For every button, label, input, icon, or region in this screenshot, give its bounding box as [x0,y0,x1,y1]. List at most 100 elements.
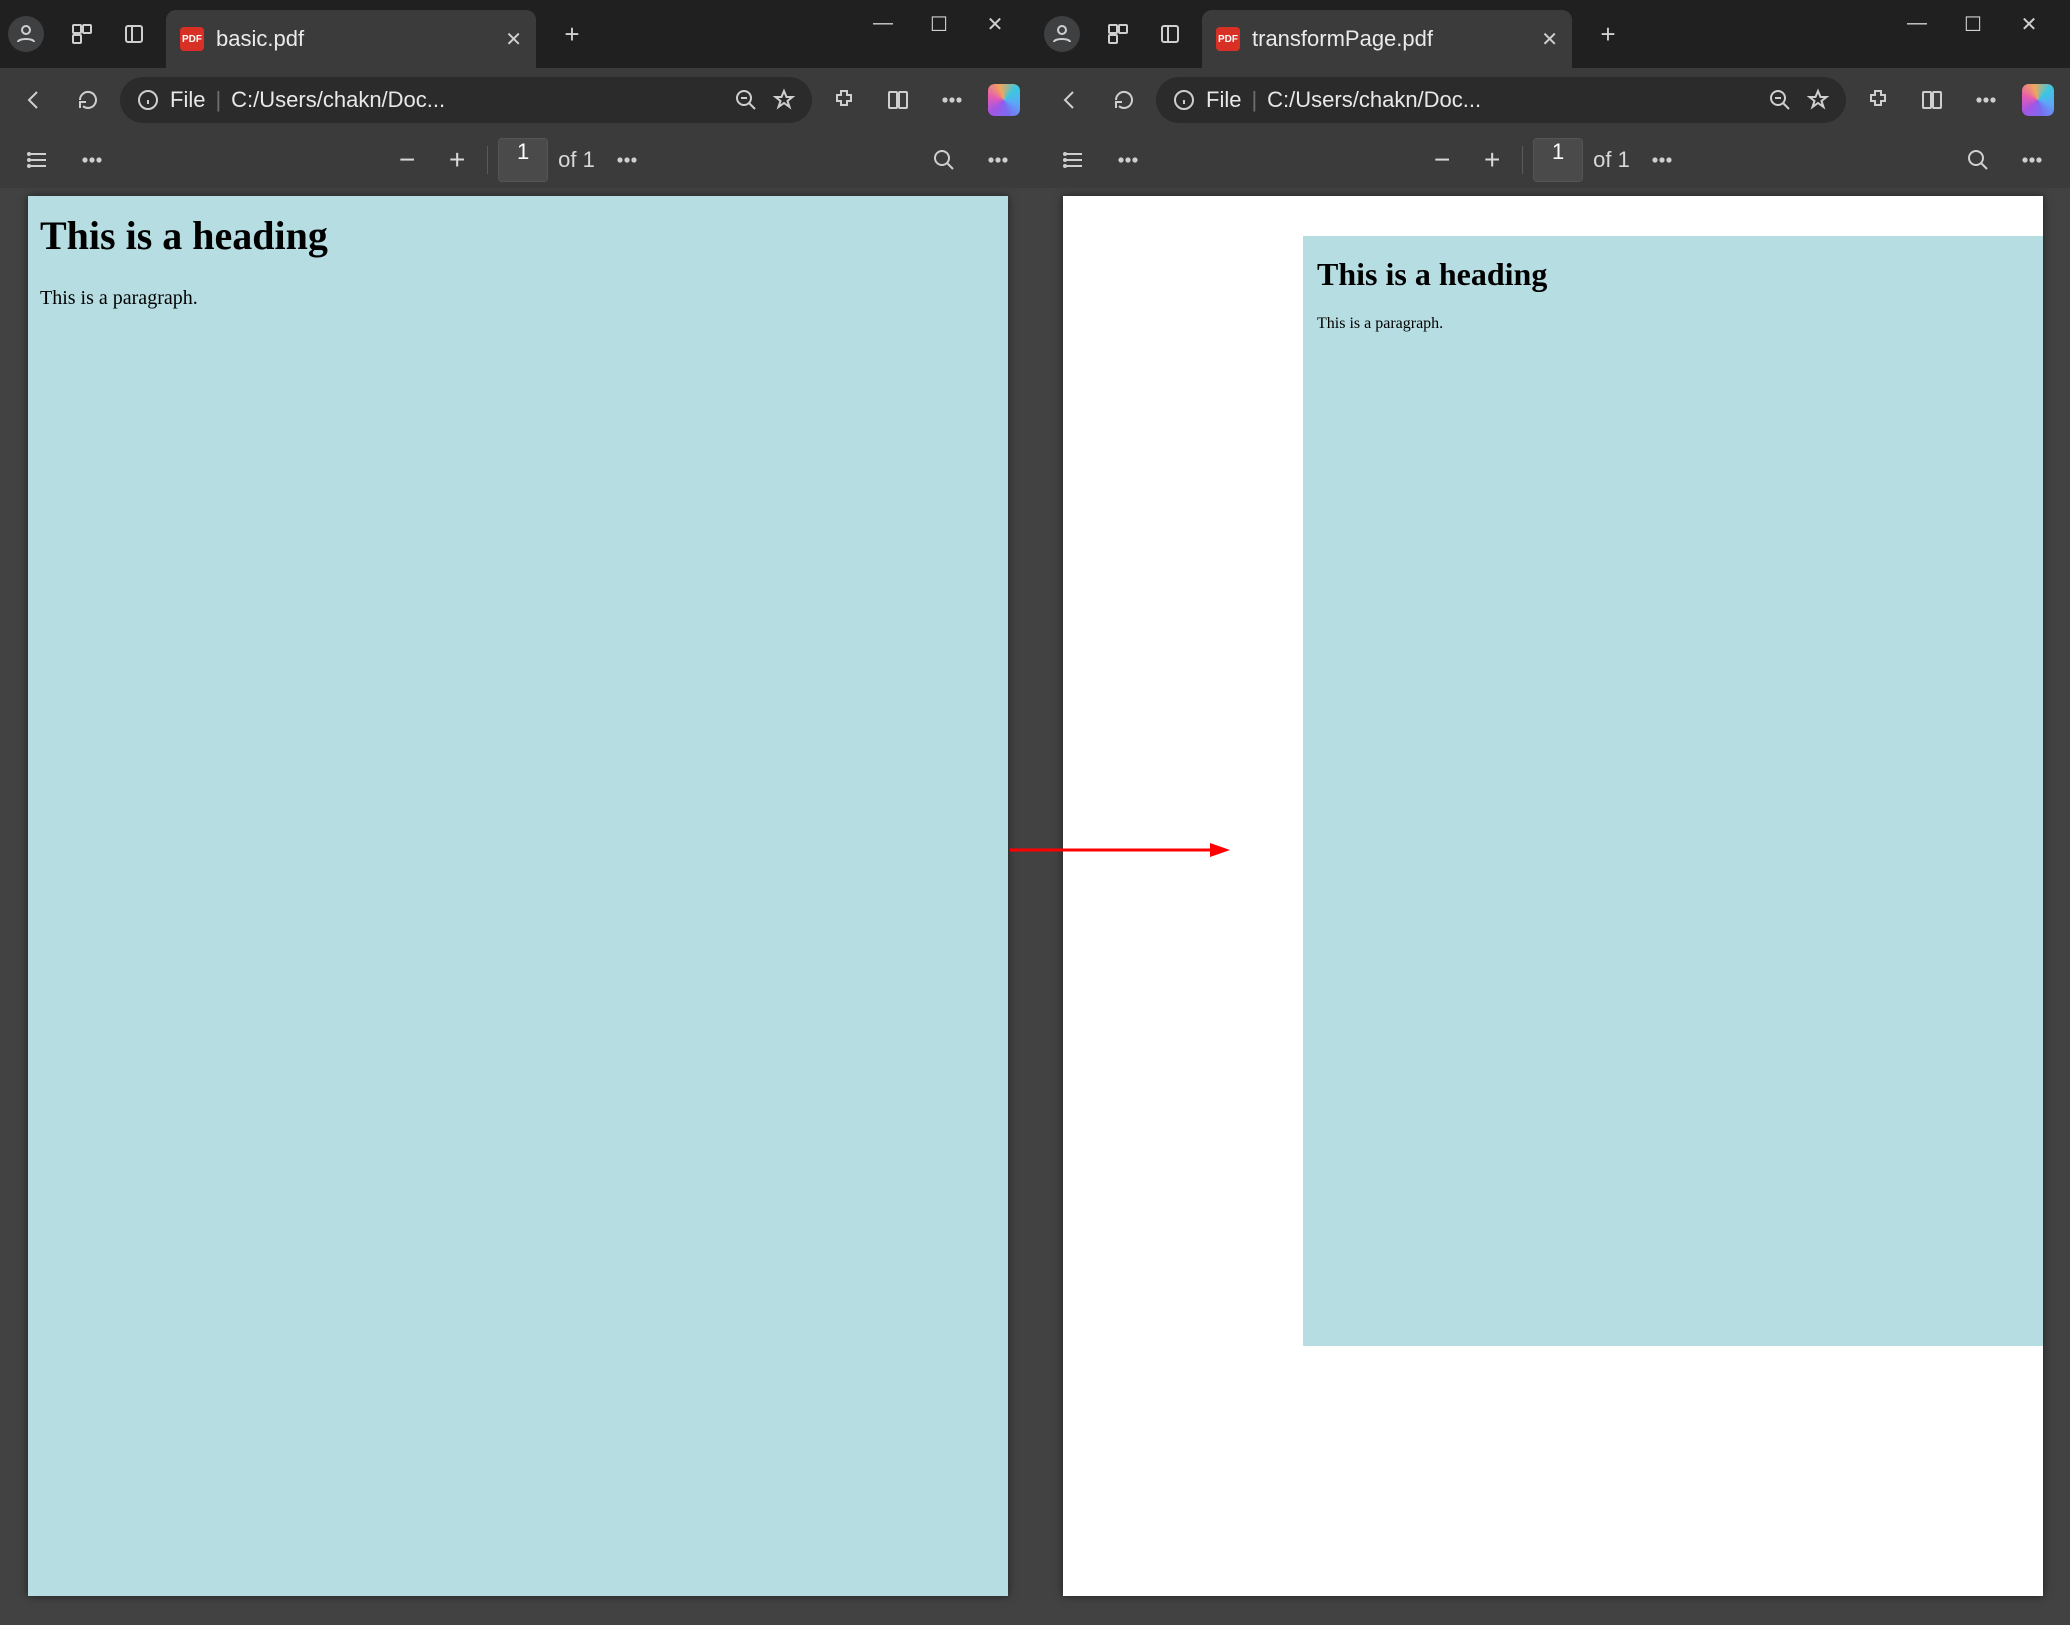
back-button[interactable] [12,78,56,122]
browser-tab[interactable]: PDF basic.pdf ✕ [166,10,536,68]
transformed-content: This is a heading This is a paragraph. [1303,236,2043,1346]
pdf-toolbar: − + 1 of 1 [0,132,1036,188]
info-icon [1172,88,1196,112]
new-tab-button[interactable]: + [552,14,592,54]
maximize-button[interactable]: ☐ [1958,12,1988,37]
divider [1522,146,1523,174]
find-button[interactable] [922,138,966,182]
titlebar: PDF transformPage.pdf ✕ + — ☐ ✕ [1036,0,2070,68]
browser-tab[interactable]: PDF transformPage.pdf ✕ [1202,10,1572,68]
zoom-in-button[interactable]: + [1472,144,1512,176]
search-icon [1966,148,1990,172]
split-icon [1920,88,1944,112]
doc-heading: This is a heading [40,212,996,259]
pdf-settings-button[interactable] [2010,138,2054,182]
more-icon [1116,148,1140,172]
zoom-out-icon[interactable] [1768,88,1792,112]
contents-button[interactable] [16,138,60,182]
url-path: C:/Users/chakn/Doc... [1267,87,1758,113]
url-path: C:/Users/chakn/Doc... [231,87,724,113]
url-separator: | [215,87,221,113]
more-button[interactable] [1964,78,2008,122]
close-window-button[interactable]: ✕ [980,12,1010,37]
url-scheme: File [1206,87,1241,113]
split-screen-button[interactable] [876,78,920,122]
person-icon [14,22,38,46]
search-icon [932,148,956,172]
titlebar: PDF basic.pdf ✕ + — ☐ ✕ [0,0,1036,68]
info-icon [136,88,160,112]
tab-actions-icon [1158,22,1182,46]
pdf-icon: PDF [1216,27,1240,51]
minimize-button[interactable]: — [1902,12,1932,37]
page-count: of 1 [558,147,595,173]
pdf-more-left[interactable] [1106,138,1150,182]
split-icon [886,88,910,112]
more-icon [80,148,104,172]
tab-actions-icon [122,22,146,46]
contents-button[interactable] [1052,138,1096,182]
pdf-more-center[interactable] [1640,138,1684,182]
workspaces-icon [1106,22,1130,46]
contents-icon [1062,148,1086,172]
more-button[interactable] [930,78,974,122]
close-window-button[interactable]: ✕ [2014,12,2044,37]
pdf-more-left[interactable] [70,138,114,182]
extension-icon [832,88,856,112]
zoom-in-button[interactable]: + [437,144,477,176]
copilot-button[interactable] [988,84,1020,116]
zoom-out-button[interactable]: − [387,144,427,176]
window-controls: — ☐ ✕ [868,0,1036,37]
pdf-icon: PDF [180,27,204,51]
refresh-button[interactable] [66,78,110,122]
window-controls: — ☐ ✕ [1902,0,2070,37]
zoom-out-icon[interactable] [734,88,758,112]
profile-button[interactable] [8,16,44,52]
tab-title: basic.pdf [216,26,485,52]
pdf-toolbar: − + 1 of 1 [1036,132,2070,188]
maximize-button[interactable]: ☐ [924,12,954,37]
more-icon [1974,88,1998,112]
address-bar: File | C:/Users/chakn/Doc... [1036,68,2070,132]
page-number-input[interactable]: 1 [498,138,548,182]
arrow-left-icon [22,88,46,112]
workspaces-button[interactable] [1098,14,1138,54]
refresh-button[interactable] [1102,78,1146,122]
zoom-out-button[interactable]: − [1422,144,1462,176]
workspaces-button[interactable] [62,14,102,54]
pdf-more-center[interactable] [605,138,649,182]
doc-heading: This is a heading [1317,256,2029,293]
more-icon [2020,148,2044,172]
pdf-viewer[interactable]: This is a heading This is a paragraph. [0,188,1036,1625]
favorite-icon[interactable] [1806,88,1830,112]
pdf-settings-button[interactable] [976,138,1020,182]
back-button[interactable] [1048,78,1092,122]
tab-title: transformPage.pdf [1252,26,1521,52]
pdf-page: This is a heading This is a paragraph. [28,196,1008,1596]
url-box[interactable]: File | C:/Users/chakn/Doc... [120,77,812,123]
minimize-button[interactable]: — [868,12,898,37]
split-screen-button[interactable] [1910,78,1954,122]
doc-paragraph: This is a paragraph. [40,287,996,310]
browser-window-left: PDF basic.pdf ✕ + — ☐ ✕ File | C:/Users/… [0,0,1036,1625]
new-tab-button[interactable]: + [1588,14,1628,54]
url-box[interactable]: File | C:/Users/chakn/Doc... [1156,77,1846,123]
extension-icon [1866,88,1890,112]
find-button[interactable] [1956,138,2000,182]
more-icon [615,148,639,172]
contents-icon [26,148,50,172]
favorite-icon[interactable] [772,88,796,112]
more-icon [940,88,964,112]
pdf-viewer[interactable]: This is a heading This is a paragraph. [1036,188,2070,1625]
extensions-button[interactable] [1856,78,1900,122]
extensions-button[interactable] [822,78,866,122]
tab-actions-button[interactable] [1150,14,1190,54]
profile-button[interactable] [1044,16,1080,52]
tab-close-button[interactable]: ✕ [505,27,522,52]
doc-paragraph: This is a paragraph. [1317,315,2029,333]
copilot-button[interactable] [2022,84,2054,116]
page-number-input[interactable]: 1 [1533,138,1583,182]
tab-actions-button[interactable] [114,14,154,54]
workspaces-icon [70,22,94,46]
tab-close-button[interactable]: ✕ [1541,27,1558,52]
